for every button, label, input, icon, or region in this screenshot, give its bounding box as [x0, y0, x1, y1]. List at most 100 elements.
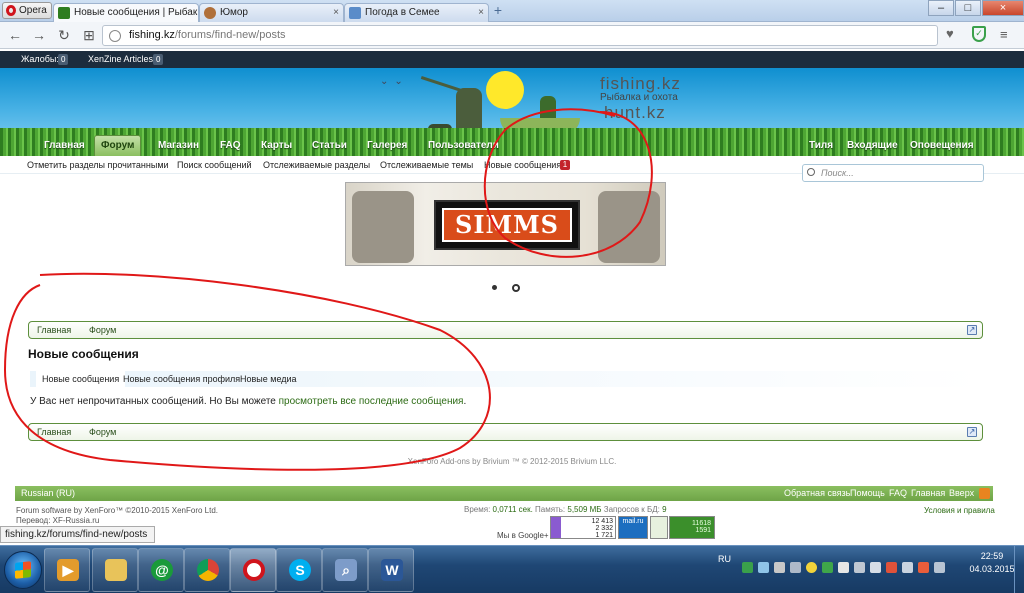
rss-icon[interactable]	[979, 488, 990, 499]
new-posts-link[interactable]: Новые сообщения	[484, 156, 561, 174]
tab-new-posts-content[interactable]: Новые сообщения	[36, 371, 126, 387]
taskbar-word[interactable]: W	[368, 548, 414, 592]
wader-image-left	[352, 191, 414, 263]
tray-skype-icon[interactable]	[838, 562, 849, 573]
site-logo[interactable]: fishing.kz	[600, 74, 681, 94]
breadcrumb-home[interactable]: Главная	[37, 424, 71, 440]
software-credit[interactable]: Forum software by XenForo™ ©2010-2015 Xe…	[16, 506, 218, 515]
tray-shield-icon[interactable]	[742, 562, 753, 573]
breadcrumb-forum[interactable]: Форум	[89, 424, 116, 440]
show-desktop-button[interactable]	[1014, 546, 1024, 593]
address-bar[interactable]: fishing.kz/forums/find-new/posts	[102, 25, 938, 46]
banner-dot-1[interactable]	[492, 285, 497, 290]
simms-logo: SIMMS	[434, 200, 580, 250]
tab-close-icon[interactable]: ×	[333, 4, 339, 21]
mark-forums-read-link[interactable]: Отметить разделы прочитанными	[27, 156, 169, 174]
tray-network-signal-icon[interactable]	[934, 562, 945, 573]
tab-new-posts[interactable]: Новые сообщения | Рыбак	[53, 3, 199, 22]
nav-alerts[interactable]: Оповещения	[910, 138, 974, 156]
terms-link[interactable]: Условия и правила	[924, 506, 995, 515]
back-button[interactable]: ←	[6, 27, 24, 45]
new-tab-button[interactable]: +	[490, 2, 506, 19]
taskbar-chrome[interactable]	[184, 548, 230, 592]
tray-network-icon[interactable]	[758, 562, 769, 573]
taskbar-search-tool[interactable]: ⌕	[322, 548, 368, 592]
nav-articles[interactable]: Статьи	[312, 138, 347, 156]
fishing-favicon-icon	[58, 7, 70, 19]
google-plus-link[interactable]: Мы в Google+	[497, 531, 549, 540]
taskbar-media-player[interactable]: ▶	[44, 548, 90, 592]
taskbar-opera[interactable]	[230, 548, 276, 592]
tray-monitor-icon[interactable]	[790, 562, 801, 573]
browser-menu-icon[interactable]: ≡	[1000, 27, 1008, 42]
nav-forum[interactable]: Форум	[94, 135, 142, 156]
tray-update-icon[interactable]	[806, 562, 817, 573]
translation-credit[interactable]: Перевод: XF-Russia.ru	[16, 516, 99, 525]
chart-counter-icon[interactable]	[650, 516, 668, 539]
tray-antivirus-icon[interactable]	[822, 562, 833, 573]
search-input[interactable]: Поиск...	[802, 164, 984, 182]
counter-value: 12 413	[591, 518, 613, 525]
taskbar-explorer[interactable]	[92, 548, 138, 592]
tab-new-profile-posts[interactable]: Новые сообщения профиля	[117, 371, 246, 387]
language-chooser[interactable]: Russian (RU)	[21, 486, 75, 501]
minimize-button[interactable]: –	[928, 0, 954, 16]
jump-to-icon[interactable]: ↗	[967, 325, 977, 335]
nav-maps[interactable]: Карты	[261, 138, 292, 156]
tray-flag-icon[interactable]	[870, 562, 881, 573]
speed-dial-icon[interactable]: ⊞	[80, 27, 98, 45]
nav-members[interactable]: Пользователи	[428, 138, 499, 156]
watched-forums-link[interactable]: Отслеживаемые разделы	[263, 156, 370, 174]
complaints-link[interactable]: Жалобы:	[21, 51, 59, 68]
xenzine-articles-link[interactable]: XenZine Articles:	[88, 51, 156, 68]
footer-faq-link[interactable]: FAQ	[889, 486, 907, 501]
footer-contact-link[interactable]: Обратная связь	[784, 486, 850, 501]
zero-kz-counter[interactable]: 11618 1591	[669, 516, 715, 539]
view-recent-posts-link[interactable]: просмотреть все последние сообщения	[279, 396, 464, 407]
site-logo-hunt[interactable]: hunt.kz	[604, 103, 666, 123]
tab-weather[interactable]: Погода в Семее ×	[344, 3, 489, 22]
tab-close-icon[interactable]: ×	[478, 4, 484, 21]
tray-tool-icon[interactable]	[854, 562, 865, 573]
close-window-button[interactable]: ×	[982, 0, 1024, 16]
breadcrumb-forum[interactable]: Форум	[89, 322, 116, 338]
adblock-shield-icon[interactable]: ✓	[972, 26, 986, 42]
opera-menu-button[interactable]: Opera	[2, 2, 52, 19]
plus-icon: +	[493, 2, 503, 18]
taskbar-skype[interactable]: S	[276, 548, 322, 592]
counter-value: 2 332	[595, 525, 613, 532]
ad-banner[interactable]: SIMMS	[345, 182, 666, 266]
tab-humor[interactable]: Юмор ×	[199, 3, 344, 22]
liveinternet-counter[interactable]: 12 413 2 332 1 721	[550, 516, 616, 539]
tray-volume-icon[interactable]	[902, 562, 913, 573]
reload-button[interactable]: ↻	[55, 27, 73, 45]
nav-home[interactable]: Главная	[44, 138, 85, 156]
banner-dot-2[interactable]	[512, 284, 520, 292]
tray-alert-icon[interactable]	[886, 562, 897, 573]
footer-top-link[interactable]: Вверх	[949, 486, 974, 501]
forward-button[interactable]: →	[30, 27, 48, 45]
nav-gallery[interactable]: Галерея	[367, 138, 407, 156]
tray-power-icon[interactable]	[918, 562, 929, 573]
footer-help-link[interactable]: Помощь	[850, 486, 885, 501]
nav-inbox[interactable]: Входящие	[847, 138, 898, 156]
start-button[interactable]	[4, 551, 42, 589]
jump-to-icon[interactable]: ↗	[967, 427, 977, 437]
new-content-tabs: Новые сообщения Новые сообщения профиля …	[30, 371, 982, 387]
nav-faq[interactable]: FAQ	[220, 138, 241, 156]
nav-shop[interactable]: Магазин	[158, 138, 199, 156]
debug-stats: Время: 0,0711 сек. Память: 5,509 МБ Запр…	[464, 505, 667, 514]
skype-icon: S	[289, 559, 311, 581]
maximize-button[interactable]: □	[955, 0, 981, 16]
watched-threads-link[interactable]: Отслеживаемые темы	[380, 156, 473, 174]
tray-device-icon[interactable]	[774, 562, 785, 573]
nav-user-account[interactable]: Тиля	[809, 138, 833, 156]
search-posts-link[interactable]: Поиск сообщений	[177, 156, 252, 174]
bookmark-heart-icon[interactable]: ♥	[946, 26, 954, 41]
mailru-counter[interactable]: mail.ru	[618, 516, 648, 539]
taskbar-clock[interactable]: 22:59 04.03.2015	[962, 550, 1022, 576]
taskbar-mail-agent[interactable]: @	[138, 548, 184, 592]
tab-new-media[interactable]: Новые медиа	[234, 371, 303, 387]
footer-home-link[interactable]: Главная	[911, 486, 945, 501]
breadcrumb-home[interactable]: Главная	[37, 322, 71, 338]
